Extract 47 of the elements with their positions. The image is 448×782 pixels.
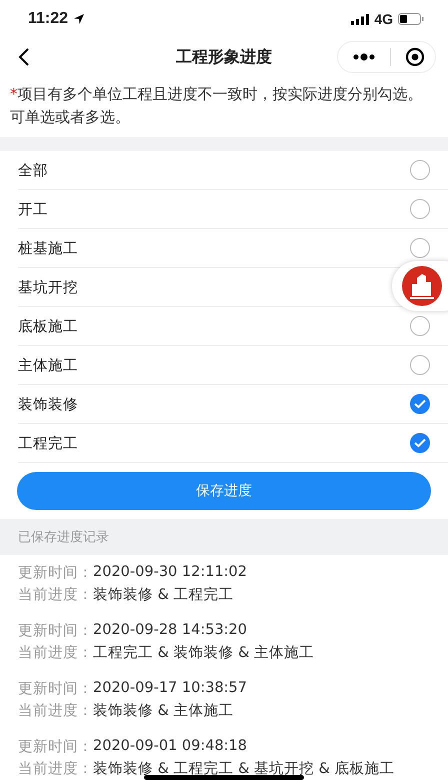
option-checkbox[interactable] — [410, 433, 430, 453]
section-title: 已保存进度记录 — [18, 529, 109, 546]
floating-logo-button[interactable] — [392, 261, 448, 311]
close-target-icon[interactable] — [405, 47, 425, 67]
option-label[interactable]: 底板施工 — [18, 316, 78, 336]
option-label[interactable]: 基坑开挖 — [18, 278, 78, 296]
progress-label: 当前进度： — [18, 586, 93, 604]
battery-icon — [398, 13, 424, 25]
time-label: 更新时间： — [18, 680, 93, 698]
time-label: 更新时间： — [18, 738, 93, 756]
progress-value: 装饰装修 & 主体施工 — [93, 702, 234, 720]
option-label[interactable]: 主体施工 — [18, 356, 78, 374]
option-label[interactable]: 工程完工 — [18, 434, 78, 452]
option-label[interactable]: 桩基施工 — [18, 238, 78, 258]
option-checkbox[interactable] — [410, 238, 430, 258]
progress-label: 当前进度： — [18, 760, 93, 778]
option-label[interactable]: 装饰装修 — [18, 394, 78, 414]
signal-icon — [351, 14, 370, 24]
update-time: 2020-09-01 09:48:18 — [93, 738, 247, 754]
option-label[interactable]: 开工 — [18, 200, 48, 218]
status-time: 11:22 — [28, 10, 68, 28]
time-label: 更新时间： — [18, 622, 93, 640]
progress-label: 当前进度： — [18, 644, 93, 662]
option-checkbox[interactable] — [410, 160, 430, 180]
more-icon[interactable] — [352, 53, 376, 61]
check-icon — [414, 438, 426, 448]
check-icon — [414, 399, 426, 409]
back-icon[interactable] — [18, 47, 30, 67]
option-checkbox[interactable] — [410, 355, 430, 375]
update-time: 2020-09-17 10:38:57 — [93, 680, 247, 696]
progress-label: 当前进度： — [18, 702, 93, 720]
option-checkbox[interactable] — [410, 199, 430, 219]
progress-value: 装饰装修 & 工程完工 — [93, 586, 234, 604]
time-label: 更新时间： — [18, 564, 93, 582]
location-arrow-icon — [73, 13, 86, 25]
option-checkbox[interactable] — [410, 316, 430, 336]
network-type: 4G — [374, 11, 393, 27]
save-button[interactable]: 保存进度 — [17, 472, 431, 510]
option-label[interactable]: 全部 — [18, 160, 48, 180]
notice-text: *项目有多个单位工程且进度不一致时，按实际进度分别勾选。可单选或者多选。 — [9, 84, 424, 128]
page-title: 工程形象进度 — [176, 46, 272, 68]
update-time: 2020-09-30 12:11:02 — [93, 564, 247, 580]
building-logo-icon — [402, 266, 442, 306]
progress-value: 工程完工 & 装饰装修 & 主体施工 — [93, 644, 314, 662]
progress-value: 装饰装修 & 工程完工 & 基坑开挖 & 底板施工 — [93, 760, 395, 778]
update-time: 2020-09-28 14:53:20 — [93, 622, 247, 638]
option-checkbox[interactable] — [410, 394, 430, 414]
